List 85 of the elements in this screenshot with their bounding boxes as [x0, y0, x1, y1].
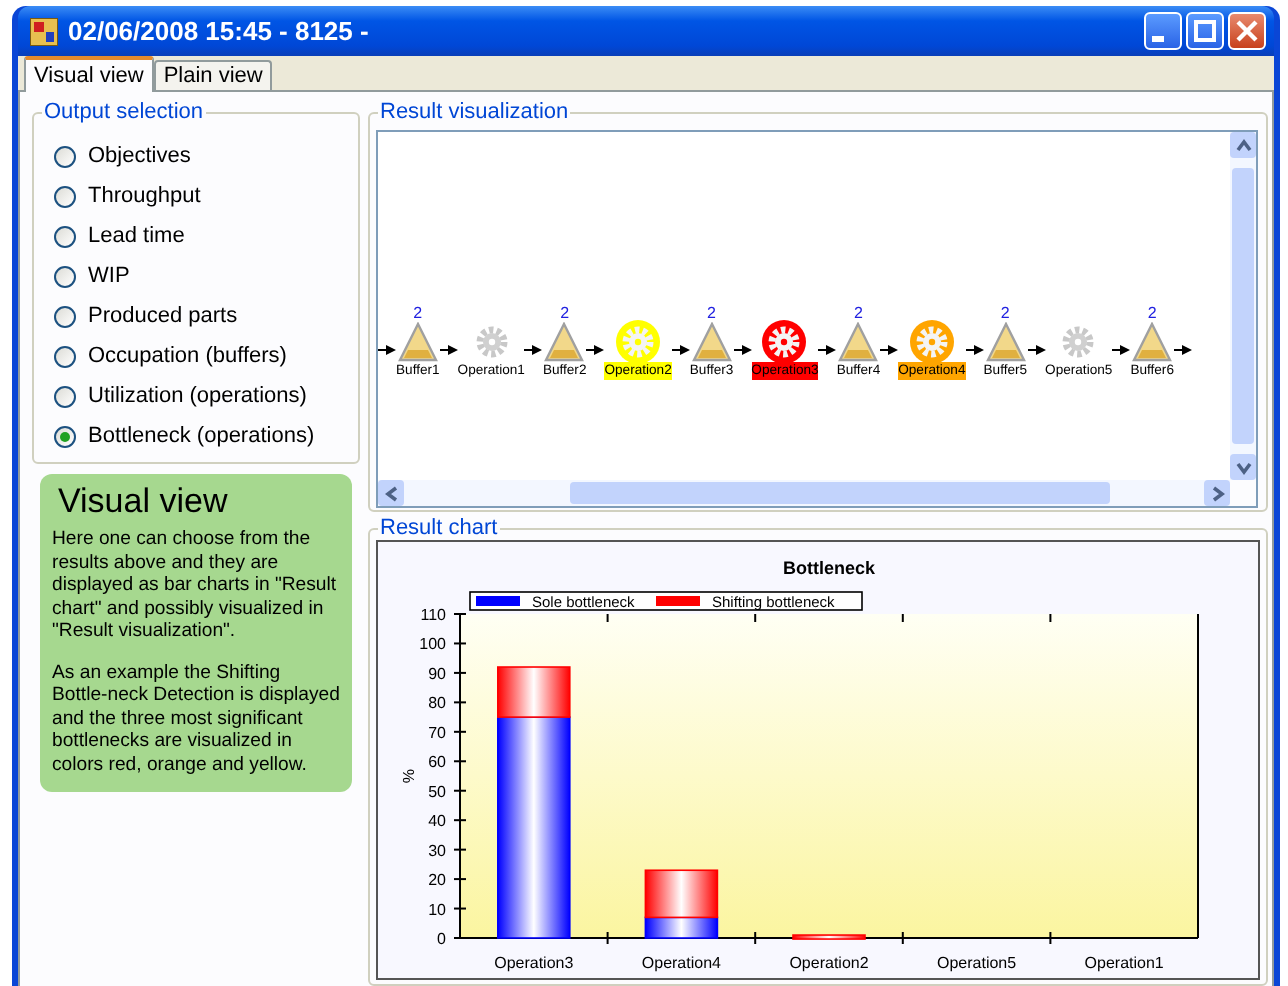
app-icon: [30, 17, 58, 45]
tab[interactable]: Plain view: [153, 60, 273, 90]
flow-arrow: [586, 341, 605, 357]
chart-bar: [792, 934, 866, 940]
x-tick-label: Operation5: [937, 954, 1017, 972]
y-axis-label: %: [400, 768, 418, 784]
y-tick-label: 20: [428, 871, 446, 890]
triangle-icon[interactable]: [691, 321, 732, 361]
close-button[interactable]: [1228, 12, 1266, 50]
radio-button[interactable]: [54, 345, 76, 367]
buffer-count: 2: [413, 305, 423, 321]
flow-arrow: [818, 341, 837, 357]
window-title: 02/06/2008 15:45 - 8125 -: [68, 16, 371, 46]
y-tick-label: 80: [428, 694, 446, 713]
y-tick-label: 50: [428, 782, 446, 801]
group-title: Output selection: [42, 100, 205, 124]
y-tick-label: 10: [428, 900, 446, 919]
radio-button[interactable]: [54, 185, 76, 207]
note-title: Visual view: [58, 482, 230, 522]
buffer-count: 2: [1000, 305, 1010, 321]
flow-arrow: [524, 341, 543, 357]
triangle-icon[interactable]: [544, 321, 585, 361]
option-label[interactable]: Bottleneck (operations): [88, 424, 315, 448]
scrollbar-thumb[interactable]: [1232, 168, 1254, 444]
scrollbar-thumb[interactable]: [570, 482, 1110, 504]
flow-arrow: [965, 341, 984, 357]
radio-button[interactable]: [54, 225, 76, 247]
close-icon: [1236, 20, 1258, 42]
buffer-count: 2: [560, 305, 570, 321]
minimize-icon: [1152, 36, 1164, 42]
flow-arrow: [1112, 341, 1131, 357]
radio-button[interactable]: [54, 385, 76, 407]
buffer-count: 2: [707, 305, 716, 321]
radio-button[interactable]: [54, 265, 76, 287]
tab[interactable]: Visual view: [24, 56, 154, 92]
scroll-up-button[interactable]: [1230, 132, 1256, 158]
y-tick-label: 70: [428, 723, 446, 742]
minimize-button[interactable]: [1144, 12, 1182, 50]
scroll-left-button[interactable]: [378, 480, 404, 506]
triangle-icon[interactable]: [985, 321, 1026, 361]
option-label[interactable]: Lead time: [88, 224, 185, 248]
flow-arrow: [378, 341, 396, 357]
option-label[interactable]: Occupation (buffers): [88, 344, 287, 368]
option-label[interactable]: Throughput: [88, 184, 201, 208]
flow-arrow: [1027, 341, 1046, 357]
y-tick-label: 90: [428, 664, 446, 683]
scroll-down-button[interactable]: [1230, 454, 1256, 480]
option-label[interactable]: Objectives: [88, 144, 191, 168]
x-tick-label: Operation2: [789, 954, 869, 972]
radio-button[interactable]: [54, 305, 76, 327]
chevron-icon: [383, 485, 399, 501]
flow-arrow: [671, 341, 690, 357]
y-tick-label: 40: [428, 812, 446, 831]
x-tick-label: Operation4: [641, 954, 721, 972]
y-tick-label: 110: [420, 606, 446, 624]
maximize-icon: [1194, 20, 1216, 42]
triangle-icon[interactable]: [1132, 321, 1173, 361]
y-tick-label: 30: [428, 841, 446, 860]
x-tick-label: Operation3: [494, 954, 574, 972]
chevron-icon: [1235, 137, 1251, 153]
note-paragraph: As an example the Shifting Bottle-neck Detection is displayed and the three most significant bottlenecks are visualized in colors red, orange and yellow.: [52, 661, 340, 776]
group-title: Result visualization: [378, 100, 571, 124]
y-tick-label: 0: [437, 930, 446, 948]
y-tick-label: 100: [419, 635, 446, 654]
scroll-right-button[interactable]: [1204, 480, 1230, 506]
flow-arrow: [880, 341, 899, 357]
flow-arrow: [733, 341, 752, 357]
option-label[interactable]: WIP: [88, 264, 130, 288]
radio-button[interactable]: [54, 145, 76, 167]
maximize-button[interactable]: [1186, 12, 1224, 50]
option-label[interactable]: Produced parts: [88, 304, 238, 328]
note-paragraph: Here one can choose from the results above and they are displayed as bar charts in "Result chart" and possibly visualized in "Result visualization".: [52, 528, 339, 643]
triangle-icon[interactable]: [838, 321, 879, 361]
gear-icon[interactable]: [762, 319, 807, 363]
y-tick-label: 60: [428, 753, 446, 772]
x-tick-label: Operation1: [1084, 954, 1164, 972]
radio-button[interactable]: [54, 425, 76, 447]
buffer-count: 2: [1147, 305, 1157, 321]
group-title: Result chart: [378, 516, 500, 540]
flow-arrow: [439, 341, 458, 357]
chart-title: Bottleneck: [783, 558, 875, 578]
flow-arrow: [1173, 341, 1192, 357]
buffer-count: 2: [853, 305, 863, 321]
option-label[interactable]: Utilization (operations): [88, 384, 307, 408]
triangle-icon[interactable]: [397, 321, 438, 361]
